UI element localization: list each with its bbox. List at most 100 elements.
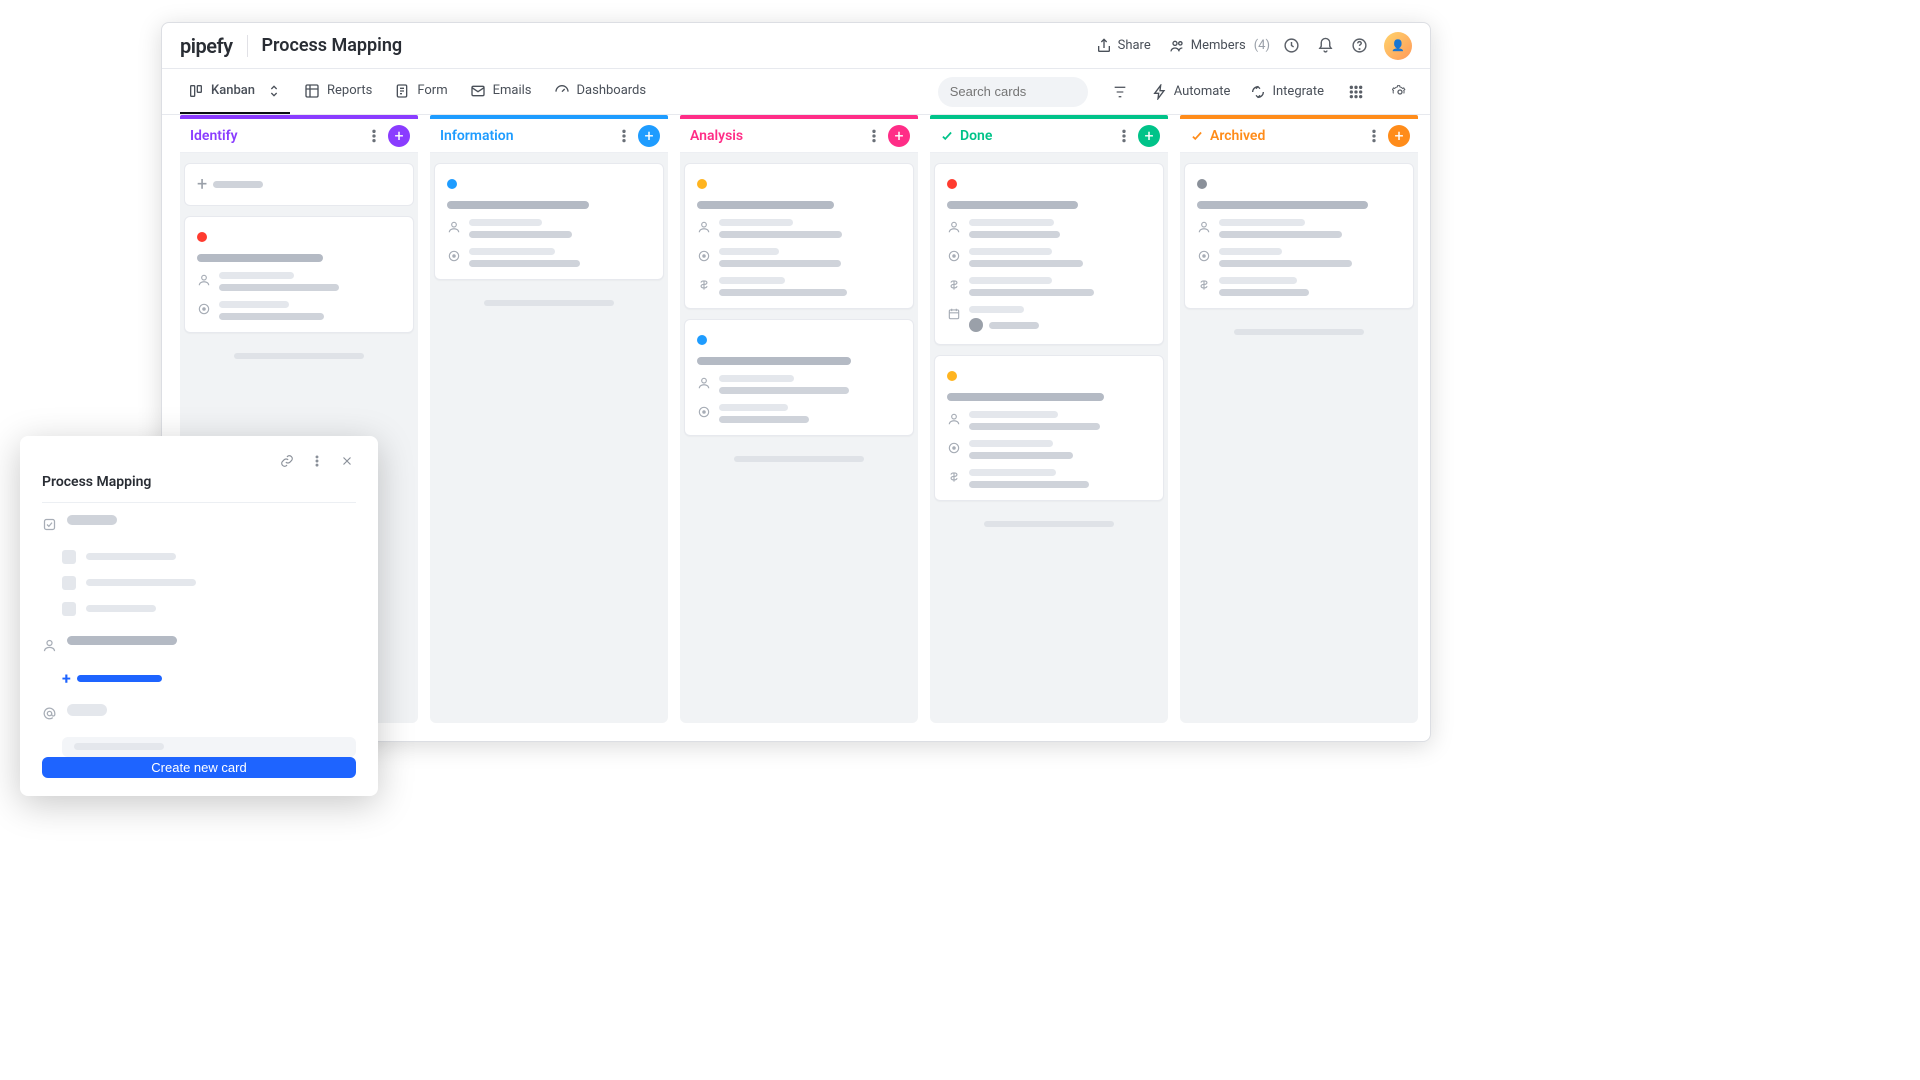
checklist-icon [42, 517, 57, 532]
apps-button[interactable] [1344, 80, 1368, 104]
panel-actions [42, 452, 356, 470]
card-field-target [447, 248, 651, 267]
card-field-line [1219, 260, 1352, 267]
link-button[interactable] [278, 452, 296, 470]
share-icon [1096, 38, 1112, 54]
checkbox[interactable] [62, 576, 76, 590]
automate-button[interactable]: Automate [1152, 84, 1231, 100]
column-body [930, 153, 1168, 723]
tab-form[interactable]: Form [386, 69, 455, 114]
members-count: (4) [1254, 38, 1270, 53]
tab-emails[interactable]: Emails [462, 69, 540, 114]
card-field-line [969, 231, 1060, 238]
panel-close-button[interactable] [338, 452, 356, 470]
comment-field [42, 704, 356, 721]
load-more-placeholder [940, 515, 1158, 533]
checklist-item[interactable] [62, 550, 356, 564]
card-field-line [989, 322, 1039, 329]
tab-kanban[interactable]: Kanban [180, 69, 290, 114]
column-title: Analysis [690, 128, 864, 144]
new-card-button[interactable]: + [184, 163, 414, 206]
card-field-target [947, 440, 1151, 459]
card-field-line [719, 416, 809, 423]
kanban-card[interactable] [684, 319, 914, 436]
card-field-user [447, 219, 651, 238]
column-body [680, 153, 918, 723]
integrate-label: Integrate [1272, 84, 1324, 99]
money-icon [947, 470, 961, 484]
card-field-line [469, 219, 542, 226]
column-add-button[interactable]: + [388, 125, 410, 147]
column-title: Information [440, 128, 614, 144]
sort-icon [266, 83, 282, 99]
user-icon [42, 638, 57, 653]
tab-reports[interactable]: Reports [296, 69, 380, 114]
assignee-value [67, 636, 177, 645]
column-information: Information + [430, 115, 668, 723]
add-assignee-button[interactable]: + [62, 669, 356, 688]
column-header: Analysis + [680, 119, 918, 153]
user-icon [447, 220, 461, 234]
column-header: Identify + [180, 119, 418, 153]
brand-logo[interactable]: pipefy [180, 34, 233, 58]
plus-icon: + [62, 669, 71, 688]
card-field-line [219, 284, 339, 291]
kanban-card[interactable] [934, 163, 1164, 345]
close-icon [340, 454, 354, 468]
column-more-button[interactable] [864, 126, 884, 146]
money-icon [697, 278, 711, 292]
status-dot [697, 179, 707, 189]
filter-button[interactable] [1108, 80, 1132, 104]
card-field-user [197, 272, 401, 291]
field-label-placeholder [67, 515, 117, 525]
card-field-line [219, 301, 289, 308]
kanban-card[interactable] [934, 355, 1164, 501]
column-add-button[interactable]: + [1138, 125, 1160, 147]
card-field-line [969, 452, 1073, 459]
kanban-card[interactable] [184, 216, 414, 333]
column-more-button[interactable] [614, 126, 634, 146]
column-add-button[interactable]: + [1388, 125, 1410, 147]
history-button[interactable] [1278, 33, 1304, 59]
column-more-button[interactable] [1114, 126, 1134, 146]
card-field-line [1219, 289, 1309, 296]
column-more-button[interactable] [364, 126, 384, 146]
tab-dashboards[interactable]: Dashboards [546, 69, 655, 114]
tag-pill [67, 704, 107, 716]
card-field-line [969, 219, 1054, 226]
user-icon [197, 273, 211, 287]
column-add-button[interactable]: + [638, 125, 660, 147]
panel-more-button[interactable] [308, 452, 326, 470]
settings-button[interactable] [1388, 80, 1412, 104]
members-button[interactable]: Members (4) [1169, 38, 1270, 54]
search-box[interactable] [938, 77, 1088, 107]
user-icon [947, 220, 961, 234]
mail-icon [470, 83, 486, 99]
pipe-title: Process Mapping [262, 35, 403, 56]
create-card-button[interactable]: Create new card [42, 757, 356, 778]
share-button[interactable]: Share [1096, 38, 1151, 54]
notifications-button[interactable] [1312, 33, 1338, 59]
checkbox[interactable] [62, 550, 76, 564]
card-field-line [719, 260, 841, 267]
check-icon [1190, 129, 1204, 143]
kanban-card[interactable] [684, 163, 914, 309]
search-input[interactable] [950, 84, 1126, 99]
kanban-card[interactable] [434, 163, 664, 280]
integrate-button[interactable]: Integrate [1250, 84, 1324, 100]
checklist-item[interactable] [62, 576, 356, 590]
checklist-item[interactable] [62, 602, 356, 616]
card-field-line [719, 375, 794, 382]
kanban-card[interactable] [1184, 163, 1414, 309]
tab-dashboards-label: Dashboards [577, 83, 647, 98]
column-add-button[interactable]: + [888, 125, 910, 147]
comment-input[interactable] [62, 737, 356, 757]
share-label: Share [1118, 38, 1151, 53]
user-avatar[interactable]: 👤 [1384, 32, 1412, 60]
status-dot [947, 179, 957, 189]
help-button[interactable] [1346, 33, 1372, 59]
target-icon [447, 249, 461, 263]
checkbox[interactable] [62, 602, 76, 616]
column-more-button[interactable] [1364, 126, 1384, 146]
user-icon [947, 412, 961, 426]
